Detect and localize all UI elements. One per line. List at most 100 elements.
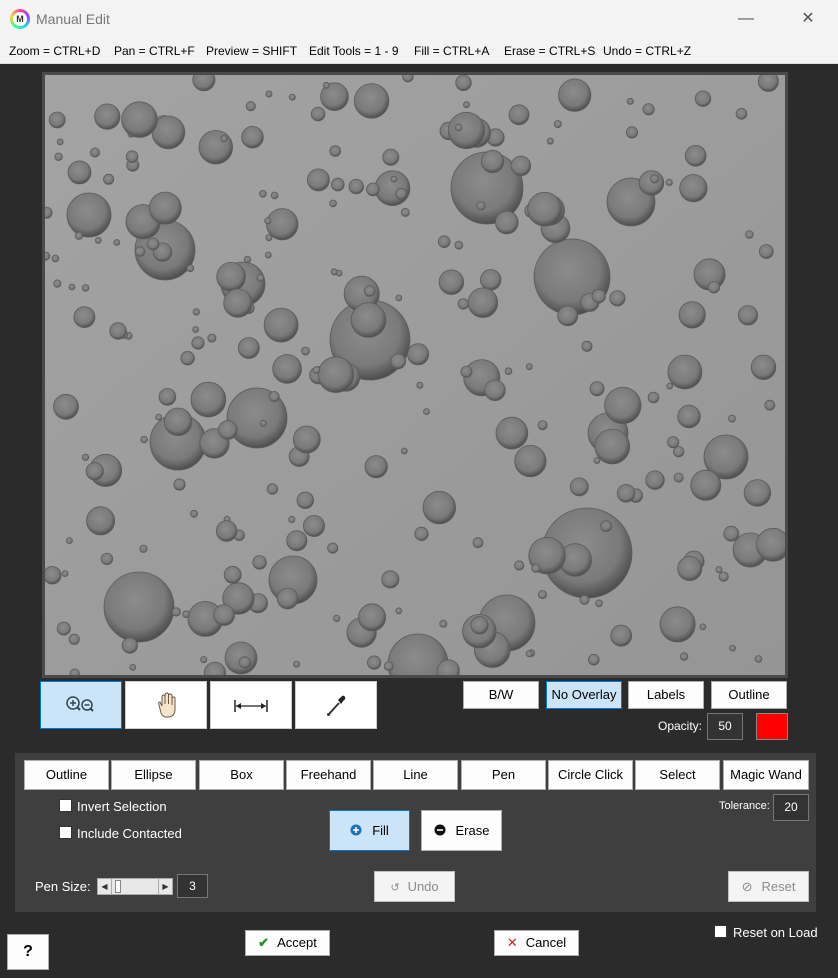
magic-wand-tool-button[interactable]: Magic Wand: [723, 760, 809, 790]
droplet: [484, 379, 506, 402]
outline-tool-button[interactable]: Outline: [24, 760, 109, 790]
droplet: [68, 633, 80, 645]
include-contacted-checkbox[interactable]: [59, 826, 72, 839]
reset-on-load-label: Reset on Load: [733, 925, 818, 940]
droplet: [402, 75, 414, 83]
droplet: [684, 145, 707, 167]
droplet: [476, 201, 486, 211]
droplet: [296, 491, 314, 510]
droplet: [81, 453, 90, 461]
droplet: [707, 280, 721, 294]
droplet: [715, 566, 723, 574]
invert-selection-checkbox[interactable]: [59, 799, 72, 812]
droplet: [182, 610, 190, 618]
measure-tool-button[interactable]: [210, 681, 292, 729]
slider-thumb[interactable]: [115, 880, 121, 893]
cancel-button[interactable]: ✕ Cancel: [494, 930, 579, 956]
droplet: [51, 254, 60, 263]
shortcut-undo: Undo = CTRL+Z: [603, 44, 692, 58]
droplet: [494, 210, 519, 235]
droplet: [330, 268, 338, 276]
select-tool-button[interactable]: Select: [635, 760, 720, 790]
droplet: [146, 237, 160, 251]
labels-overlay-button[interactable]: Labels: [628, 681, 704, 709]
undo-button-label: Undo: [407, 879, 439, 894]
droplet: [589, 381, 605, 397]
droplet: [673, 472, 684, 483]
slider-right-arrow-icon[interactable]: ▶: [158, 879, 172, 894]
circle-click-tool-button[interactable]: Circle Click: [548, 760, 633, 790]
freehand-tool-button[interactable]: Freehand: [286, 760, 371, 790]
bw-overlay-button[interactable]: B/W: [463, 681, 539, 709]
droplet: [390, 353, 407, 370]
pen-size-input[interactable]: 3: [177, 874, 208, 898]
droplet: [259, 419, 267, 427]
pen-size-label: Pen Size:: [35, 879, 91, 894]
accept-button[interactable]: ✔ Accept: [245, 930, 330, 956]
box-tool-button[interactable]: Box: [199, 760, 284, 790]
droplet: [293, 660, 301, 668]
help-button[interactable]: ?: [7, 934, 49, 970]
droplet: [400, 447, 408, 455]
erase-button[interactable]: Erase: [421, 810, 502, 851]
droplet: [673, 446, 685, 458]
droplet: [94, 103, 121, 130]
droplet: [94, 236, 102, 244]
droplet: [330, 177, 345, 192]
zoom-tool-button[interactable]: [40, 681, 122, 729]
erase-minus-icon: [434, 824, 446, 836]
reset-button[interactable]: ⊘ Reset: [728, 871, 809, 902]
overlay-color-swatch[interactable]: [756, 713, 788, 740]
droplet: [286, 530, 308, 552]
pan-tool-button[interactable]: [125, 681, 207, 729]
droplet: [454, 123, 463, 132]
droplet: [198, 129, 233, 165]
fill-button[interactable]: Fill: [329, 810, 410, 851]
maximize-button[interactable]: [725, 0, 771, 38]
line-tool-button[interactable]: Line: [373, 760, 458, 790]
droplet: [53, 279, 62, 288]
droplet: [129, 664, 137, 671]
fill-button-label: Fill: [372, 823, 389, 838]
x-icon: ✕: [506, 935, 518, 950]
droplet: [301, 346, 310, 356]
droplet: [437, 235, 451, 249]
droplet: [45, 206, 53, 219]
reset-on-load-checkbox[interactable]: [714, 925, 727, 938]
undo-button[interactable]: ↺ Undo: [374, 871, 455, 902]
droplet: [302, 514, 325, 537]
droplet: [306, 168, 330, 192]
droplet: [288, 515, 296, 524]
droplet: [155, 413, 163, 421]
droplet: [645, 470, 665, 490]
droplet: [677, 555, 703, 581]
cancel-button-label: Cancel: [525, 935, 567, 950]
shortcut-zoom: Zoom = CTRL+D: [9, 44, 101, 58]
droplet: [729, 644, 736, 652]
ellipse-tool-button[interactable]: Ellipse: [111, 760, 196, 790]
close-button[interactable]: ✕: [785, 0, 831, 38]
droplet: [750, 354, 777, 381]
opacity-input[interactable]: 50: [707, 713, 743, 740]
pen-tool-button[interactable]: Pen: [461, 760, 546, 790]
droplet: [514, 444, 547, 478]
pen-size-slider[interactable]: ◀ ▶: [97, 878, 173, 895]
droplet: [100, 552, 114, 566]
microscopy-image[interactable]: [45, 75, 785, 675]
outline-overlay-button[interactable]: Outline: [711, 681, 787, 709]
no-overlay-button[interactable]: No Overlay: [546, 681, 622, 709]
droplet: [558, 78, 592, 112]
droplet: [553, 120, 562, 129]
droplet: [69, 668, 80, 675]
droplet: [579, 594, 590, 605]
shortcut-pan: Pan = CTRL+F: [114, 44, 195, 58]
tolerance-label: Tolerance:: [719, 800, 770, 812]
dropper-tool-button[interactable]: [295, 681, 377, 729]
droplet: [220, 135, 228, 143]
droplet: [600, 520, 612, 533]
droplet: [504, 367, 513, 376]
hand-icon: [158, 692, 176, 718]
slider-left-arrow-icon[interactable]: ◀: [98, 879, 112, 894]
tolerance-input[interactable]: 20: [773, 794, 809, 821]
droplet: [531, 563, 541, 573]
